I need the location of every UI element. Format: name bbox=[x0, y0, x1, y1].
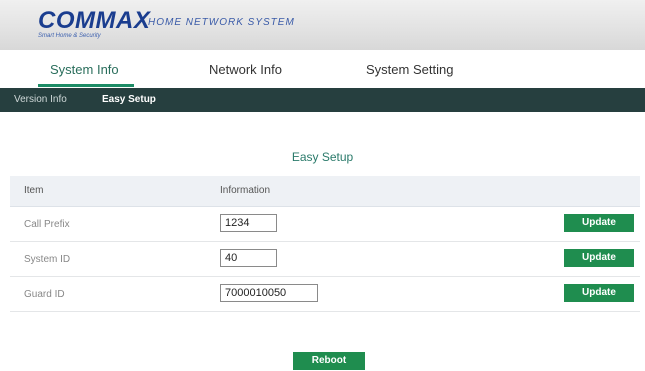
update-guard-id-button[interactable]: Update bbox=[564, 284, 634, 302]
system-id-input[interactable] bbox=[220, 249, 277, 267]
guard-id-label: Guard ID bbox=[24, 289, 65, 300]
update-system-id-button[interactable]: Update bbox=[564, 249, 634, 267]
system-id-label: System ID bbox=[24, 254, 71, 265]
tab-system-info[interactable]: System Info bbox=[50, 62, 119, 77]
active-tab-indicator bbox=[38, 84, 134, 87]
sub-navigation: Version Info Easy Setup bbox=[0, 88, 645, 112]
subnav-easy-setup[interactable]: Easy Setup bbox=[102, 94, 156, 105]
table-row-system-id: System ID Update bbox=[10, 242, 640, 277]
call-prefix-input[interactable] bbox=[220, 214, 277, 232]
commax-logo: COMMAX Smart Home & Security bbox=[38, 9, 150, 40]
column-header-information: Information bbox=[220, 185, 271, 196]
update-call-prefix-button[interactable]: Update bbox=[564, 214, 634, 232]
column-header-item: Item bbox=[24, 185, 44, 196]
header-banner: COMMAX Smart Home & Security HOME NETWOR… bbox=[0, 0, 645, 50]
main-tabs: System Info Network Info System Setting bbox=[0, 50, 645, 88]
guard-id-input[interactable] bbox=[220, 284, 318, 302]
tab-network-info[interactable]: Network Info bbox=[209, 62, 282, 77]
call-prefix-label: Call Prefix bbox=[24, 219, 70, 230]
settings-table: Item Information Call Prefix Update Syst… bbox=[10, 176, 640, 312]
subnav-version-info[interactable]: Version Info bbox=[14, 94, 67, 105]
page-title: Easy Setup bbox=[291, 150, 354, 164]
table-row-call-prefix: Call Prefix Update bbox=[10, 207, 640, 242]
table-header: Item Information bbox=[10, 176, 640, 207]
table-row-guard-id: Guard ID Update bbox=[10, 277, 640, 312]
logo-text: COMMAX bbox=[38, 7, 151, 34]
reboot-button[interactable]: Reboot bbox=[293, 352, 365, 370]
tab-system-setting[interactable]: System Setting bbox=[366, 62, 453, 77]
logo-tagline: Smart Home & Security bbox=[38, 33, 101, 39]
header-subtitle: HOME NETWORK SYSTEM bbox=[148, 17, 295, 28]
